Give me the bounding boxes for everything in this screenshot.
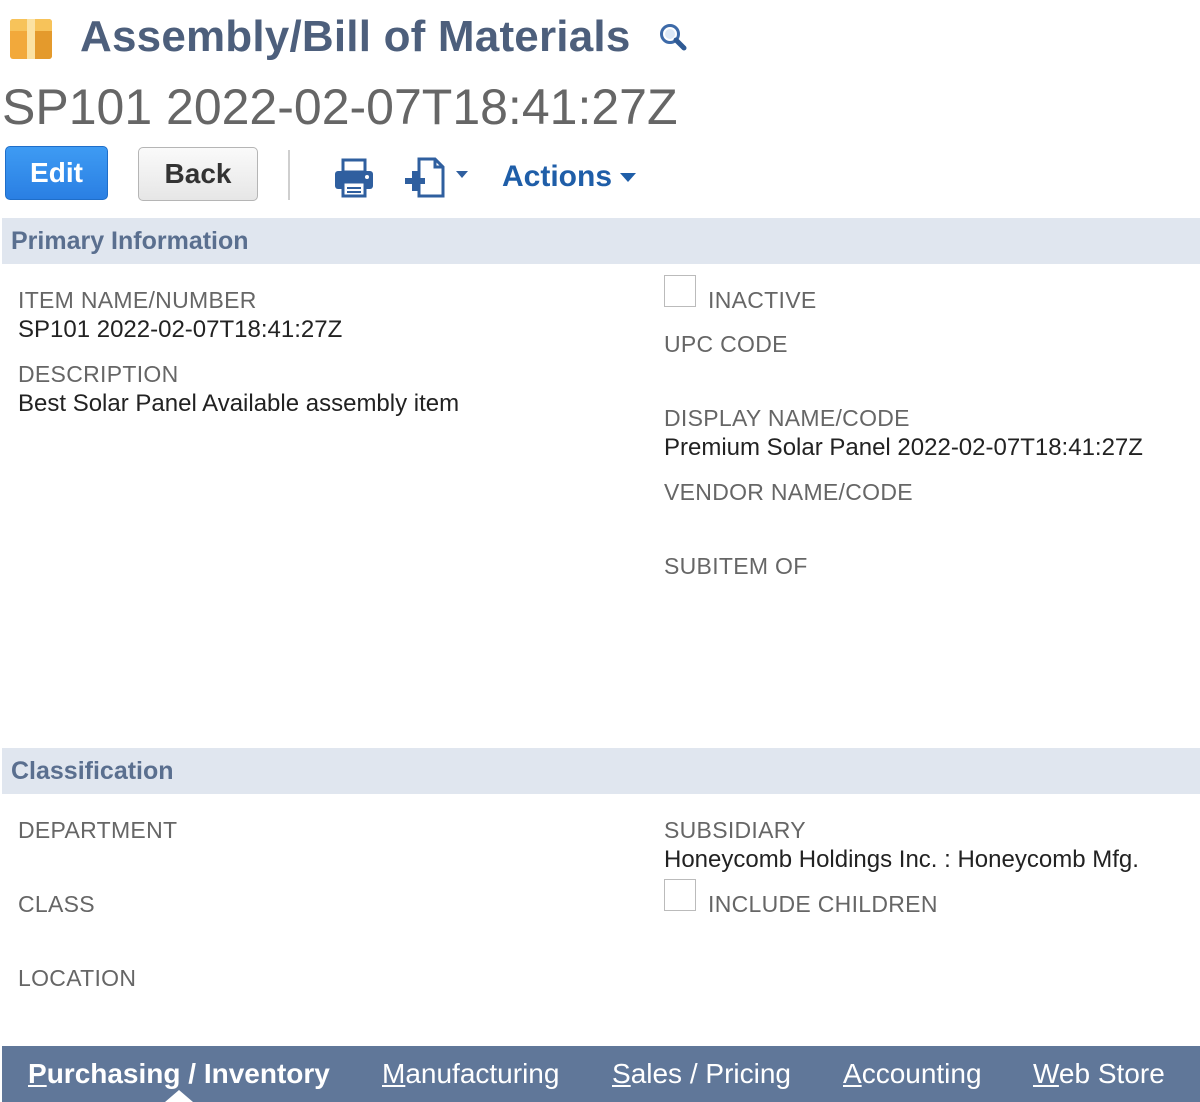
- location-label: LOCATION: [18, 965, 137, 991]
- tab-manufacturing[interactable]: Manufacturing: [382, 1058, 559, 1090]
- record-title: SP101 2022-02-07T18:41:27Z: [2, 79, 678, 135]
- new-record-icon[interactable]: [405, 156, 475, 200]
- item-name-label: ITEM NAME/NUMBER: [18, 287, 257, 313]
- back-button[interactable]: Back: [138, 147, 258, 201]
- class-label: CLASS: [18, 891, 95, 917]
- header: Assembly/Bill of Materials: [8, 12, 689, 62]
- chevron-down-icon: [456, 171, 468, 178]
- vendor-name-label: VENDOR NAME/CODE: [664, 479, 913, 505]
- subsidiary-label: SUBSIDIARY: [664, 817, 806, 843]
- upc-code-label: UPC CODE: [664, 331, 788, 357]
- tab-purchasing-inventory[interactable]: Purchasing / Inventory: [28, 1058, 330, 1090]
- item-name-value: SP101 2022-02-07T18:41:27Z: [18, 316, 343, 343]
- display-name-label: DISPLAY NAME/CODE: [664, 405, 910, 431]
- inactive-label: INACTIVE: [708, 287, 817, 313]
- toolbar-divider: [288, 150, 290, 200]
- active-tab-indicator: [165, 1090, 193, 1102]
- classification-header[interactable]: Classification: [2, 748, 1200, 794]
- subitem-of-label: SUBITEM OF: [664, 553, 808, 579]
- page: Assembly/Bill of Materials SP101 2022-02…: [0, 0, 1200, 1102]
- department-label: DEPARTMENT: [18, 817, 178, 843]
- search-icon[interactable]: [657, 21, 689, 53]
- package-icon: [8, 15, 52, 59]
- inactive-checkbox[interactable]: [664, 275, 696, 307]
- toolbar: Edit Back Actions: [5, 146, 705, 202]
- print-icon[interactable]: [333, 158, 375, 198]
- tab-web-store[interactable]: Web Store: [1033, 1058, 1165, 1090]
- include-children-checkbox[interactable]: [664, 879, 696, 911]
- description-label: DESCRIPTION: [18, 361, 179, 387]
- actions-label: Actions: [502, 160, 613, 193]
- subsidiary-value: Honeycomb Holdings Inc. : Honeycomb Mfg.: [664, 846, 1139, 873]
- description-value: Best Solar Panel Available assembly item: [18, 390, 460, 417]
- display-name-value: Premium Solar Panel 2022-02-07T18:41:27Z: [664, 434, 1143, 461]
- include-children-label: INCLUDE CHILDREN: [708, 891, 938, 917]
- tab-sales-pricing[interactable]: Sales / Pricing: [612, 1058, 791, 1090]
- record-type-title: Assembly/Bill of Materials: [80, 12, 631, 61]
- chevron-down-icon: [620, 172, 637, 182]
- tab-accounting[interactable]: Accounting: [843, 1058, 982, 1090]
- primary-information-header[interactable]: Primary Information: [2, 218, 1200, 264]
- edit-button[interactable]: Edit: [5, 146, 108, 200]
- actions-menu[interactable]: Actions: [502, 160, 637, 194]
